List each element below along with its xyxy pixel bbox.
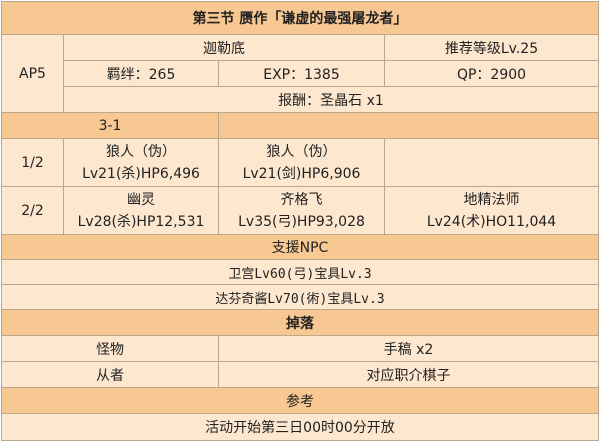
stage-row: 3-1 bbox=[1, 112, 599, 139]
enemy-name: 幽灵 bbox=[127, 191, 155, 208]
drop-value: 对应职介棋子 bbox=[218, 361, 599, 388]
drop-value: 手稿 x2 bbox=[218, 335, 599, 362]
support-row: 达芬奇酱Lv70(術)宝具Lv.3 bbox=[1, 284, 599, 310]
quest-info-table: 第三节 赝作「谦虚的最强屠龙者」 AP5 迦勒底 推荐等级Lv.25 羁绊：26… bbox=[1, 1, 599, 441]
enemy-cell: 幽灵 Lv28(杀)HP12,531 bbox=[63, 186, 219, 235]
title-row: 第三节 赝作「谦虚的最强屠龙者」 bbox=[1, 1, 599, 35]
qp-value: QP：2900 bbox=[384, 60, 599, 87]
enemy-stats: Lv28(杀)HP12,531 bbox=[77, 213, 205, 230]
support-npc-entry: 卫宫Lv60(弓)宝具Lv.3 bbox=[1, 259, 599, 285]
enemy-cell: 狼人（伪） Lv21(杀)HP6,496 bbox=[63, 138, 219, 187]
enemy-cell: 地精法师 Lv24(术)HO11,044 bbox=[384, 186, 599, 235]
quest-info-page: 第三节 赝作「谦虚的最强屠龙者」 AP5 迦勒底 推荐等级Lv.25 羁绊：26… bbox=[0, 0, 600, 446]
enemy-name: 地精法师 bbox=[463, 191, 520, 208]
drops-header: 掉落 bbox=[1, 309, 599, 336]
stage-blank bbox=[218, 112, 599, 139]
enemy-cell: 狼人（伪） Lv21(剑)HP6,906 bbox=[218, 138, 385, 187]
notes-text: 活动开始第三日00时00分开放 bbox=[1, 413, 599, 441]
enemy-stats: Lv21(杀)HP6,496 bbox=[82, 165, 200, 182]
reward-row: 报酬：圣晶石 x1 bbox=[2, 86, 599, 113]
notes-header: 参考 bbox=[1, 387, 599, 414]
enemy-name: 齐格飞 bbox=[280, 191, 323, 208]
rewards-row: 羁绊：265 EXP：1385 QP：2900 bbox=[2, 60, 599, 87]
wave-row: 2/2 幽灵 Lv28(杀)HP12,531 齐格飞 Lv35(弓)HP93,0… bbox=[1, 186, 599, 235]
drop-row: 从者 对应职介棋子 bbox=[1, 361, 599, 388]
wave-label: 2/2 bbox=[1, 186, 64, 235]
wave-label: 1/2 bbox=[1, 138, 64, 187]
drop-label: 从者 bbox=[1, 361, 219, 388]
exp-value: EXP：1385 bbox=[218, 60, 385, 87]
quest-location: 迦勒底 bbox=[63, 34, 385, 61]
enemy-stats: Lv21(剑)HP6,906 bbox=[242, 165, 361, 182]
drop-row: 怪物 手稿 x2 bbox=[1, 335, 599, 362]
recommended-level: 推荐等级Lv.25 bbox=[384, 34, 599, 61]
enemy-stats: Lv35(弓)HP93,028 bbox=[238, 213, 365, 230]
bond-value: 羁绊：265 bbox=[63, 60, 219, 87]
location-row: AP5 迦勒底 推荐等级Lv.25 bbox=[1, 34, 599, 113]
enemy-stats: Lv24(术)HO11,044 bbox=[426, 213, 557, 230]
support-header-row: 支援NPC bbox=[1, 234, 599, 260]
quest-reward: 报酬：圣晶石 x1 bbox=[63, 86, 599, 113]
quest-title: 第三节 赝作「谦虚的最强屠龙者」 bbox=[1, 1, 599, 35]
notes-header-row: 参考 bbox=[1, 387, 599, 414]
drop-label: 怪物 bbox=[1, 335, 219, 362]
enemy-cell: 齐格飞 Lv35(弓)HP93,028 bbox=[218, 186, 385, 235]
support-npc-header: 支援NPC bbox=[1, 234, 599, 260]
support-row: 卫宫Lv60(弓)宝具Lv.3 bbox=[1, 259, 599, 285]
enemy-name: 狼人（伪） bbox=[266, 143, 337, 160]
enemy-name: 狼人（伪） bbox=[106, 143, 176, 160]
drops-header-row: 掉落 bbox=[1, 309, 599, 336]
wave-row: 1/2 狼人（伪） Lv21(杀)HP6,496 狼人（伪） Lv21(剑)HP… bbox=[1, 138, 599, 187]
enemy-cell-empty bbox=[384, 138, 599, 187]
notes-row: 活动开始第三日00时00分开放 bbox=[1, 413, 599, 441]
stage-label: 3-1 bbox=[1, 112, 219, 139]
ap-cost: AP5 bbox=[1, 34, 64, 113]
support-npc-entry: 达芬奇酱Lv70(術)宝具Lv.3 bbox=[1, 284, 599, 310]
